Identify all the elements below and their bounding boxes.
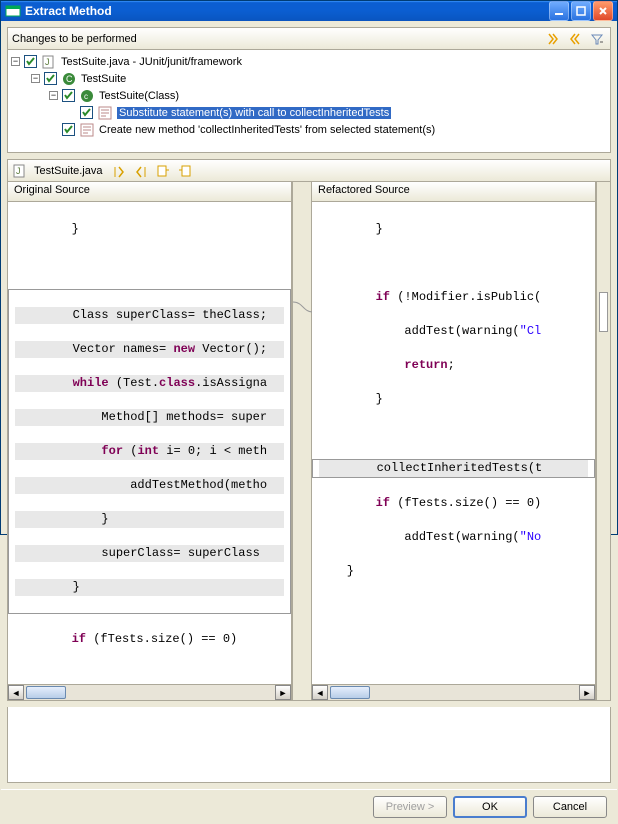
copy-left-icon[interactable] <box>154 162 172 180</box>
maximize-button[interactable] <box>571 1 591 21</box>
scroll-left-icon[interactable]: ◄ <box>312 685 328 700</box>
overview-mark[interactable] <box>599 292 608 332</box>
prev-change-icon[interactable] <box>566 30 584 48</box>
original-pane: Original Source } Class superClass= theC… <box>8 182 292 700</box>
checkbox[interactable] <box>80 106 93 119</box>
diff-area: Original Source } Class superClass= theC… <box>8 182 610 700</box>
filter-icon[interactable] <box>588 30 606 48</box>
tree-root[interactable]: − J TestSuite.java - JUnit/junit/framewo… <box>11 53 607 70</box>
refactored-label: Refactored Source <box>312 182 595 202</box>
collapse-icon[interactable]: − <box>31 74 40 83</box>
dialog-content: Changes to be performed − J TestSuite.ja… <box>1 21 617 789</box>
text-change-icon <box>79 122 95 138</box>
prev-diff-icon[interactable] <box>132 162 150 180</box>
titlebar: Extract Method <box>1 1 617 21</box>
copy-right-icon[interactable] <box>176 162 194 180</box>
checkbox[interactable] <box>24 55 37 68</box>
changes-panel: Changes to be performed − J TestSuite.ja… <box>7 27 611 153</box>
tree-class[interactable]: − C TestSuite <box>11 70 607 87</box>
checkbox[interactable] <box>62 89 75 102</box>
file-name: TestSuite.java <box>34 165 102 177</box>
checkbox[interactable] <box>62 123 75 136</box>
next-change-icon[interactable] <box>544 30 562 48</box>
compare-toolbar <box>110 162 194 180</box>
class-icon: C <box>61 71 77 87</box>
file-header: J TestSuite.java <box>8 160 610 182</box>
tree-ctor-label: TestSuite(Class) <box>99 90 179 102</box>
button-bar: Preview > OK Cancel <box>1 789 617 824</box>
scroll-thumb[interactable] <box>330 686 370 699</box>
tree-ctor[interactable]: − c TestSuite(Class) <box>11 87 607 104</box>
minimize-button[interactable] <box>549 1 569 21</box>
next-diff-icon[interactable] <box>110 162 128 180</box>
refactored-pane: Refactored Source } if (!Modifier.isPubl… <box>312 182 596 700</box>
original-label: Original Source <box>8 182 291 202</box>
svg-text:J: J <box>16 166 21 176</box>
tree-newm-label: Create new method 'collectInheritedTests… <box>99 124 435 136</box>
h-scrollbar[interactable]: ◄ ► <box>8 684 291 700</box>
tree-subst[interactable]: Substitute statement(s) with call to col… <box>11 104 607 121</box>
scroll-thumb[interactable] <box>26 686 66 699</box>
window-controls <box>549 1 613 21</box>
changes-header: Changes to be performed <box>8 28 610 50</box>
changes-toolbar <box>544 30 606 48</box>
scroll-left-icon[interactable]: ◄ <box>8 685 24 700</box>
window-icon <box>5 3 21 19</box>
scroll-right-icon[interactable]: ► <box>275 685 291 700</box>
svg-text:J: J <box>45 57 50 67</box>
tree-newmethod[interactable]: Create new method 'collectInheritedTests… <box>11 121 607 138</box>
tree-subst-label: Substitute statement(s) with call to col… <box>117 107 391 119</box>
changes-tree[interactable]: − J TestSuite.java - JUnit/junit/framewo… <box>8 50 610 152</box>
svg-text:C: C <box>66 74 73 84</box>
tree-root-label: TestSuite.java - JUnit/junit/framework <box>61 56 242 68</box>
collapse-icon[interactable]: − <box>49 91 58 100</box>
cu-icon: J <box>12 163 28 179</box>
method-icon: c <box>79 88 95 104</box>
h-scrollbar[interactable]: ◄ ► <box>312 684 595 700</box>
preview-button: Preview > <box>373 796 447 818</box>
refactored-code[interactable]: } if (!Modifier.isPublic( addTest(warnin… <box>312 202 595 684</box>
overview-ruler[interactable] <box>596 182 610 700</box>
text-change-icon <box>97 105 113 121</box>
tree-class-label: TestSuite <box>81 73 126 85</box>
svg-text:c: c <box>84 92 88 101</box>
collapse-icon[interactable]: − <box>11 57 20 66</box>
changes-header-label: Changes to be performed <box>12 33 137 45</box>
compare-panel: J TestSuite.java Original Source } Class… <box>7 159 611 701</box>
cancel-button[interactable]: Cancel <box>533 796 607 818</box>
original-code[interactable]: } Class superClass= theClass; Vector nam… <box>8 202 291 684</box>
extract-method-dialog: Extract Method Changes to be performed − <box>0 0 618 535</box>
window-title: Extract Method <box>25 4 549 18</box>
ok-button[interactable]: OK <box>453 796 527 818</box>
scroll-right-icon[interactable]: ► <box>579 685 595 700</box>
close-button[interactable] <box>593 1 613 21</box>
diff-connector <box>292 182 312 700</box>
checkbox[interactable] <box>44 72 57 85</box>
spacer <box>7 707 611 783</box>
cu-icon: J <box>41 54 57 70</box>
